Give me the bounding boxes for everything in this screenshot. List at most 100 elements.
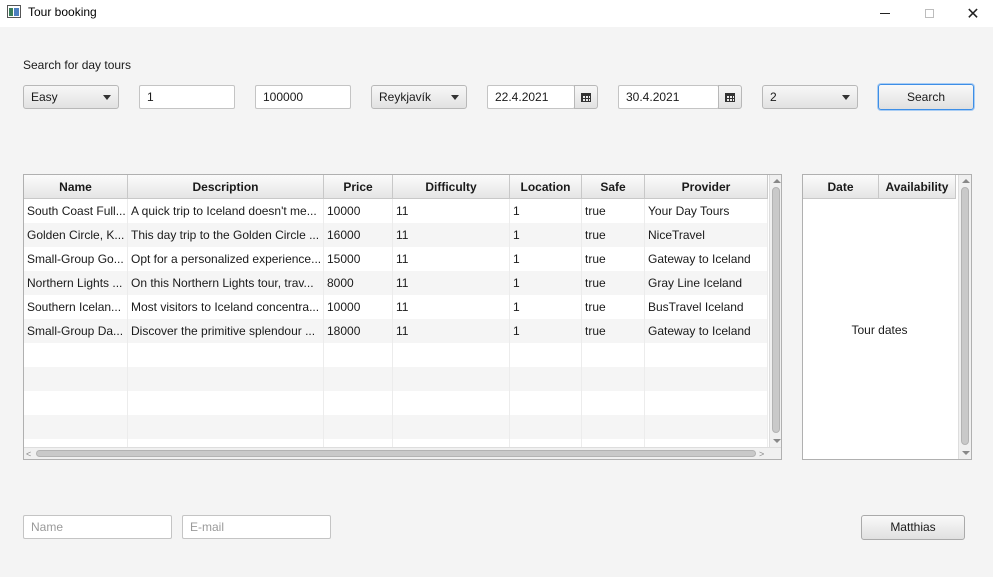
cell-description: Discover the primitive splendour ... <box>128 319 324 343</box>
cell-provider: NiceTravel <box>645 223 768 247</box>
cell-name: Golden Circle, K... <box>24 223 128 247</box>
cell-provider <box>645 391 768 415</box>
column-header-provider[interactable]: Provider <box>645 175 768 199</box>
cell-provider: Gateway to Iceland <box>645 247 768 271</box>
email-input[interactable]: E-mail <box>182 515 331 539</box>
table-row[interactable]: Golden Circle, K... This day trip to the … <box>24 223 768 247</box>
cell-price <box>324 367 393 391</box>
scrollbar-thumb[interactable] <box>36 450 756 457</box>
tour-dates-table: Date Availability Tour dates <box>802 174 972 460</box>
cell-provider: Your Day Tours <box>645 199 768 223</box>
column-header-description[interactable]: Description <box>128 175 324 199</box>
maximize-button[interactable] <box>906 0 952 27</box>
cell-location: 1 <box>510 199 582 223</box>
cell-difficulty <box>393 367 510 391</box>
cell-difficulty <box>393 415 510 439</box>
column-header-safe[interactable]: Safe <box>582 175 645 199</box>
cell-name <box>24 343 128 367</box>
app-icon <box>7 5 21 18</box>
close-button[interactable]: ✕ <box>950 0 993 27</box>
empty-table-row <box>24 367 768 391</box>
cell-safe <box>582 343 645 367</box>
date-to-calendar-button[interactable] <box>718 85 742 109</box>
location-select[interactable]: Reykjavík <box>371 85 467 109</box>
cell-name: Small-Group Da... <box>24 319 128 343</box>
cell-description <box>128 367 324 391</box>
scrollbar-thumb[interactable] <box>772 187 780 433</box>
column-header-difficulty[interactable]: Difficulty <box>393 175 510 199</box>
cell-safe: true <box>582 319 645 343</box>
date-from-input[interactable]: 22.4.2021 <box>487 85 575 109</box>
cell-provider <box>645 415 768 439</box>
cell-safe <box>582 391 645 415</box>
scroll-down-icon <box>773 439 781 443</box>
empty-table-row <box>24 391 768 415</box>
difficulty-value: Easy <box>31 90 58 104</box>
date-from-calendar-button[interactable] <box>574 85 598 109</box>
table-row[interactable]: South Coast Full... A quick trip to Icela… <box>24 199 768 223</box>
cell-name <box>24 367 128 391</box>
cell-difficulty: 11 <box>393 223 510 247</box>
cell-description: This day trip to the Golden Circle ... <box>128 223 324 247</box>
cell-safe <box>582 415 645 439</box>
table-row[interactable]: Small-Group Da... Discover the primitive … <box>24 319 768 343</box>
people-select[interactable]: 2 <box>762 85 858 109</box>
name-input[interactable]: Name <box>23 515 172 539</box>
calendar-icon <box>725 92 735 102</box>
cell-description <box>128 391 324 415</box>
cell-location <box>510 367 582 391</box>
empty-table-row <box>24 415 768 439</box>
cell-name: South Coast Full... <box>24 199 128 223</box>
scroll-left-icon: < <box>26 449 32 459</box>
close-icon: ✕ <box>966 5 980 23</box>
cell-provider <box>645 367 768 391</box>
table-row[interactable]: Small-Group Go... Opt for a personalized … <box>24 247 768 271</box>
cell-price: 16000 <box>324 223 393 247</box>
tour-dates-header: Date Availability <box>803 175 956 199</box>
search-button[interactable]: Search <box>878 84 974 110</box>
min-price-input[interactable]: 1 <box>139 85 235 109</box>
cell-name <box>24 415 128 439</box>
cell-description: A quick trip to Iceland doesn't me... <box>128 199 324 223</box>
cell-safe: true <box>582 223 645 247</box>
table-row[interactable]: Northern Lights ... On this Northern Ligh… <box>24 271 768 295</box>
scroll-up-icon <box>773 179 781 183</box>
column-header-availability[interactable]: Availability <box>879 175 956 199</box>
title-bar: Tour booking ✕ <box>0 0 993 27</box>
cell-location: 1 <box>510 247 582 271</box>
minimize-button[interactable] <box>862 0 908 27</box>
cell-location: 1 <box>510 319 582 343</box>
cell-price: 15000 <box>324 247 393 271</box>
scroll-down-icon <box>962 451 970 455</box>
dates-vertical-scrollbar[interactable] <box>958 175 971 459</box>
people-value: 2 <box>770 90 777 104</box>
cell-location: 1 <box>510 295 582 319</box>
difficulty-select[interactable]: Easy <box>23 85 119 109</box>
cell-difficulty: 11 <box>393 319 510 343</box>
column-header-location[interactable]: Location <box>510 175 582 199</box>
date-to-input[interactable]: 30.4.2021 <box>618 85 719 109</box>
chevron-down-icon <box>103 95 111 100</box>
cell-difficulty: 11 <box>393 295 510 319</box>
user-button[interactable]: Matthias <box>861 515 965 540</box>
cell-price <box>324 415 393 439</box>
column-header-date[interactable]: Date <box>803 175 879 199</box>
table-row[interactable]: Southern Icelan... Most visitors to Icela… <box>24 295 768 319</box>
location-value: Reykjavík <box>379 90 432 104</box>
cell-name <box>24 391 128 415</box>
cell-price <box>324 391 393 415</box>
cell-description <box>128 343 324 367</box>
cell-difficulty: 11 <box>393 247 510 271</box>
column-header-name[interactable]: Name <box>24 175 128 199</box>
scrollbar-thumb[interactable] <box>961 187 969 445</box>
cell-safe: true <box>582 271 645 295</box>
cell-location: 1 <box>510 223 582 247</box>
tours-horizontal-scrollbar[interactable]: < > <box>24 447 781 459</box>
column-header-price[interactable]: Price <box>324 175 393 199</box>
cell-safe: true <box>582 295 645 319</box>
tours-table-body: South Coast Full... A quick trip to Icela… <box>24 199 768 459</box>
tours-vertical-scrollbar[interactable] <box>769 175 781 447</box>
tour-dates-placeholder: Tour dates <box>851 323 908 337</box>
cell-price: 8000 <box>324 271 393 295</box>
max-price-input[interactable]: 100000 <box>255 85 351 109</box>
